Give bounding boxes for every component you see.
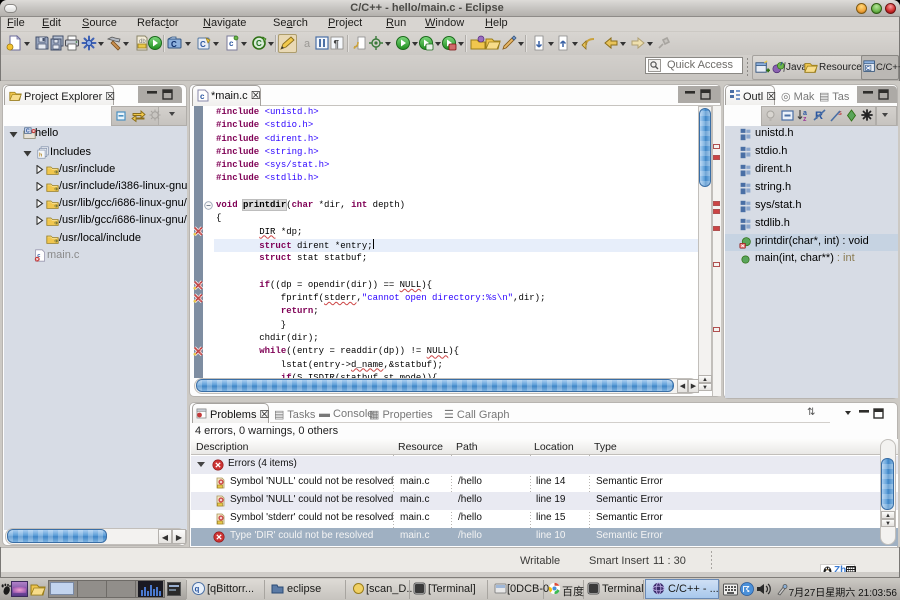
svg-text:C: C xyxy=(200,40,206,49)
svg-text:c: c xyxy=(200,92,205,101)
svg-text:C: C xyxy=(866,66,870,72)
svg-text:C: C xyxy=(171,40,177,49)
svg-text:¶: ¶ xyxy=(334,39,340,50)
svg-text:C: C xyxy=(26,129,30,135)
svg-text:C: C xyxy=(256,39,262,48)
svg-text:a: a xyxy=(304,38,311,50)
svg-text:h: h xyxy=(39,153,42,159)
svg-text:☈: ☈ xyxy=(743,585,750,594)
svg-text:z: z xyxy=(803,116,807,122)
svg-text:db: db xyxy=(139,39,146,45)
svg-text:q: q xyxy=(195,585,200,594)
svg-text:c: c xyxy=(229,39,234,48)
